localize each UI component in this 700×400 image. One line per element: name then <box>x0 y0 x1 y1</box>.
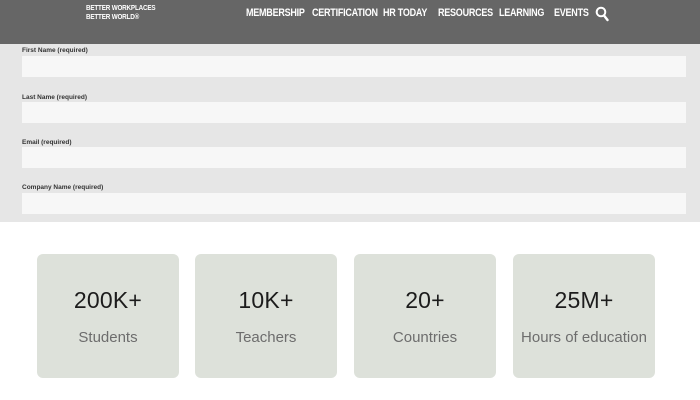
first-name-label: First Name (required) <box>22 47 88 54</box>
stat-value: 200K+ <box>73 287 143 313</box>
stat-value: 25M+ <box>554 287 614 313</box>
stat-label: Countries <box>392 329 458 346</box>
last-name-label: Last Name (required) <box>22 94 88 101</box>
nav-item-membership[interactable]: MEMBERSHIP <box>246 7 305 19</box>
top-navigation-bar: BETTER WORKPLACES BETTER WORLD® MEMBERSH… <box>0 0 700 44</box>
stat-card-teachers: 10K+ Teachers <box>195 254 337 378</box>
search-button[interactable] <box>595 6 609 22</box>
nav-item-learning[interactable]: LEARNING <box>499 7 544 19</box>
last-name-field[interactable] <box>22 102 686 123</box>
email-label: Email (required) <box>22 139 72 146</box>
first-name-field[interactable] <box>22 56 686 77</box>
company-name-field[interactable] <box>22 193 686 214</box>
company-name-label: Company Name (required) <box>22 184 104 191</box>
email-field[interactable] <box>22 147 686 168</box>
logo-tagline-line-1: BETTER WORKPLACES <box>86 5 156 12</box>
logo[interactable]: BETTER WORKPLACES BETTER WORLD® <box>86 4 158 22</box>
stat-card-students: 200K+ Students <box>37 254 179 378</box>
stat-value: 10K+ <box>238 287 294 313</box>
stat-card-countries: 20+ Countries <box>354 254 496 378</box>
nav-item-events[interactable]: EVENTS <box>554 7 589 19</box>
nav-item-resources[interactable]: RESOURCES <box>438 7 493 19</box>
stat-label: Hours of education <box>521 329 647 346</box>
nav-item-hr-today[interactable]: HR TODAY <box>383 7 427 19</box>
registration-form: First Name (required) Last Name (require… <box>0 44 700 222</box>
stat-label: Teachers <box>235 329 297 346</box>
stat-card-hours: 25M+ Hours of education <box>513 254 655 378</box>
nav-item-certification[interactable]: CERTIFICATION <box>312 7 378 19</box>
stat-label: Students <box>78 329 138 346</box>
stat-value: 20+ <box>405 287 445 313</box>
logo-tagline-line-2: BETTER WORLD® <box>86 14 140 21</box>
search-icon <box>595 6 609 22</box>
